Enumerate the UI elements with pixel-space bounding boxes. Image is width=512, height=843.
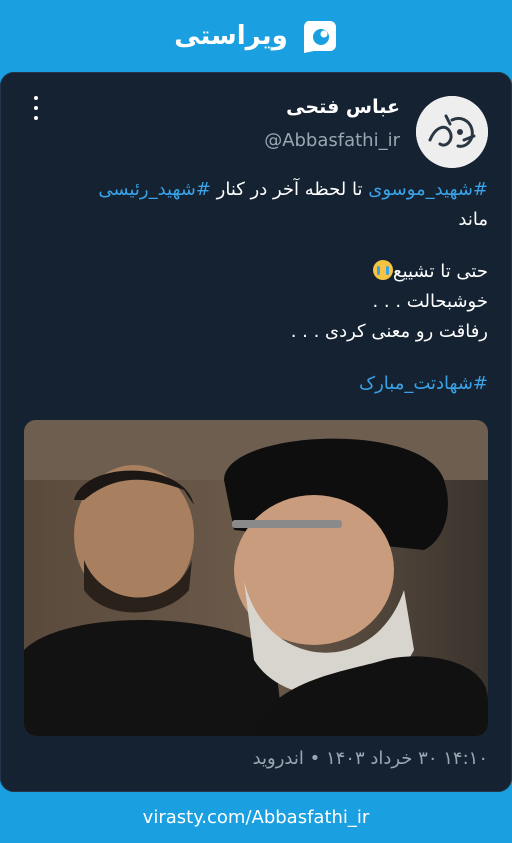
post-card: عباس فتحی @Abbasfathi_ir #شهید_موسوی تا … <box>0 72 512 792</box>
post-line-1: #شهید_موسوی تا لحظه آخر در کنار #شهید_رئ… <box>24 175 488 205</box>
profile-link[interactable]: virasty.com/Abbasfathi_ir <box>143 807 370 828</box>
post-body: #شهید_موسوی تا لحظه آخر در کنار #شهید_رئ… <box>24 175 488 399</box>
post-photo[interactable] <box>24 420 488 736</box>
hashtag-link[interactable]: #شهادتت_مبارک <box>359 373 488 394</box>
post-line-4: خوشبحالت . . . <box>372 291 488 312</box>
post-line-2: ماند <box>458 209 488 230</box>
post-timestamp: ۱۴:۱۰ ۳۰ خرداد ۱۴۰۳ • اندروید <box>252 748 488 769</box>
post-text: حتی تا تشییع <box>392 261 488 282</box>
post-line-5: رفاقت رو معنی کردی . . . <box>290 321 488 342</box>
post-text: تا لحظه آخر در کنار <box>210 179 369 200</box>
virasty-logo-icon <box>303 21 336 53</box>
brand-name: ویراستی <box>174 21 288 51</box>
kebab-menu-icon[interactable] <box>28 96 44 120</box>
post-line-6: #شهادتت_مبارک <box>24 369 488 399</box>
photo-illustration <box>24 420 488 736</box>
calligraphy-avatar-icon <box>416 96 488 168</box>
post-line-3: حتی تا تشییع <box>24 257 488 287</box>
hashtag-link[interactable]: #شهید_موسوی <box>368 179 488 200</box>
author-handle[interactable]: @Abbasfathi_ir <box>264 130 400 151</box>
footer: virasty.com/Abbasfathi_ir <box>0 792 512 843</box>
loudly-crying-face-icon <box>372 260 393 280</box>
hashtag-link[interactable]: #شهید_رئیسی <box>98 179 211 200</box>
brand-header: ویراستی <box>0 0 512 72</box>
avatar[interactable] <box>416 96 488 168</box>
author-name[interactable]: عباس فتحی <box>286 96 400 118</box>
